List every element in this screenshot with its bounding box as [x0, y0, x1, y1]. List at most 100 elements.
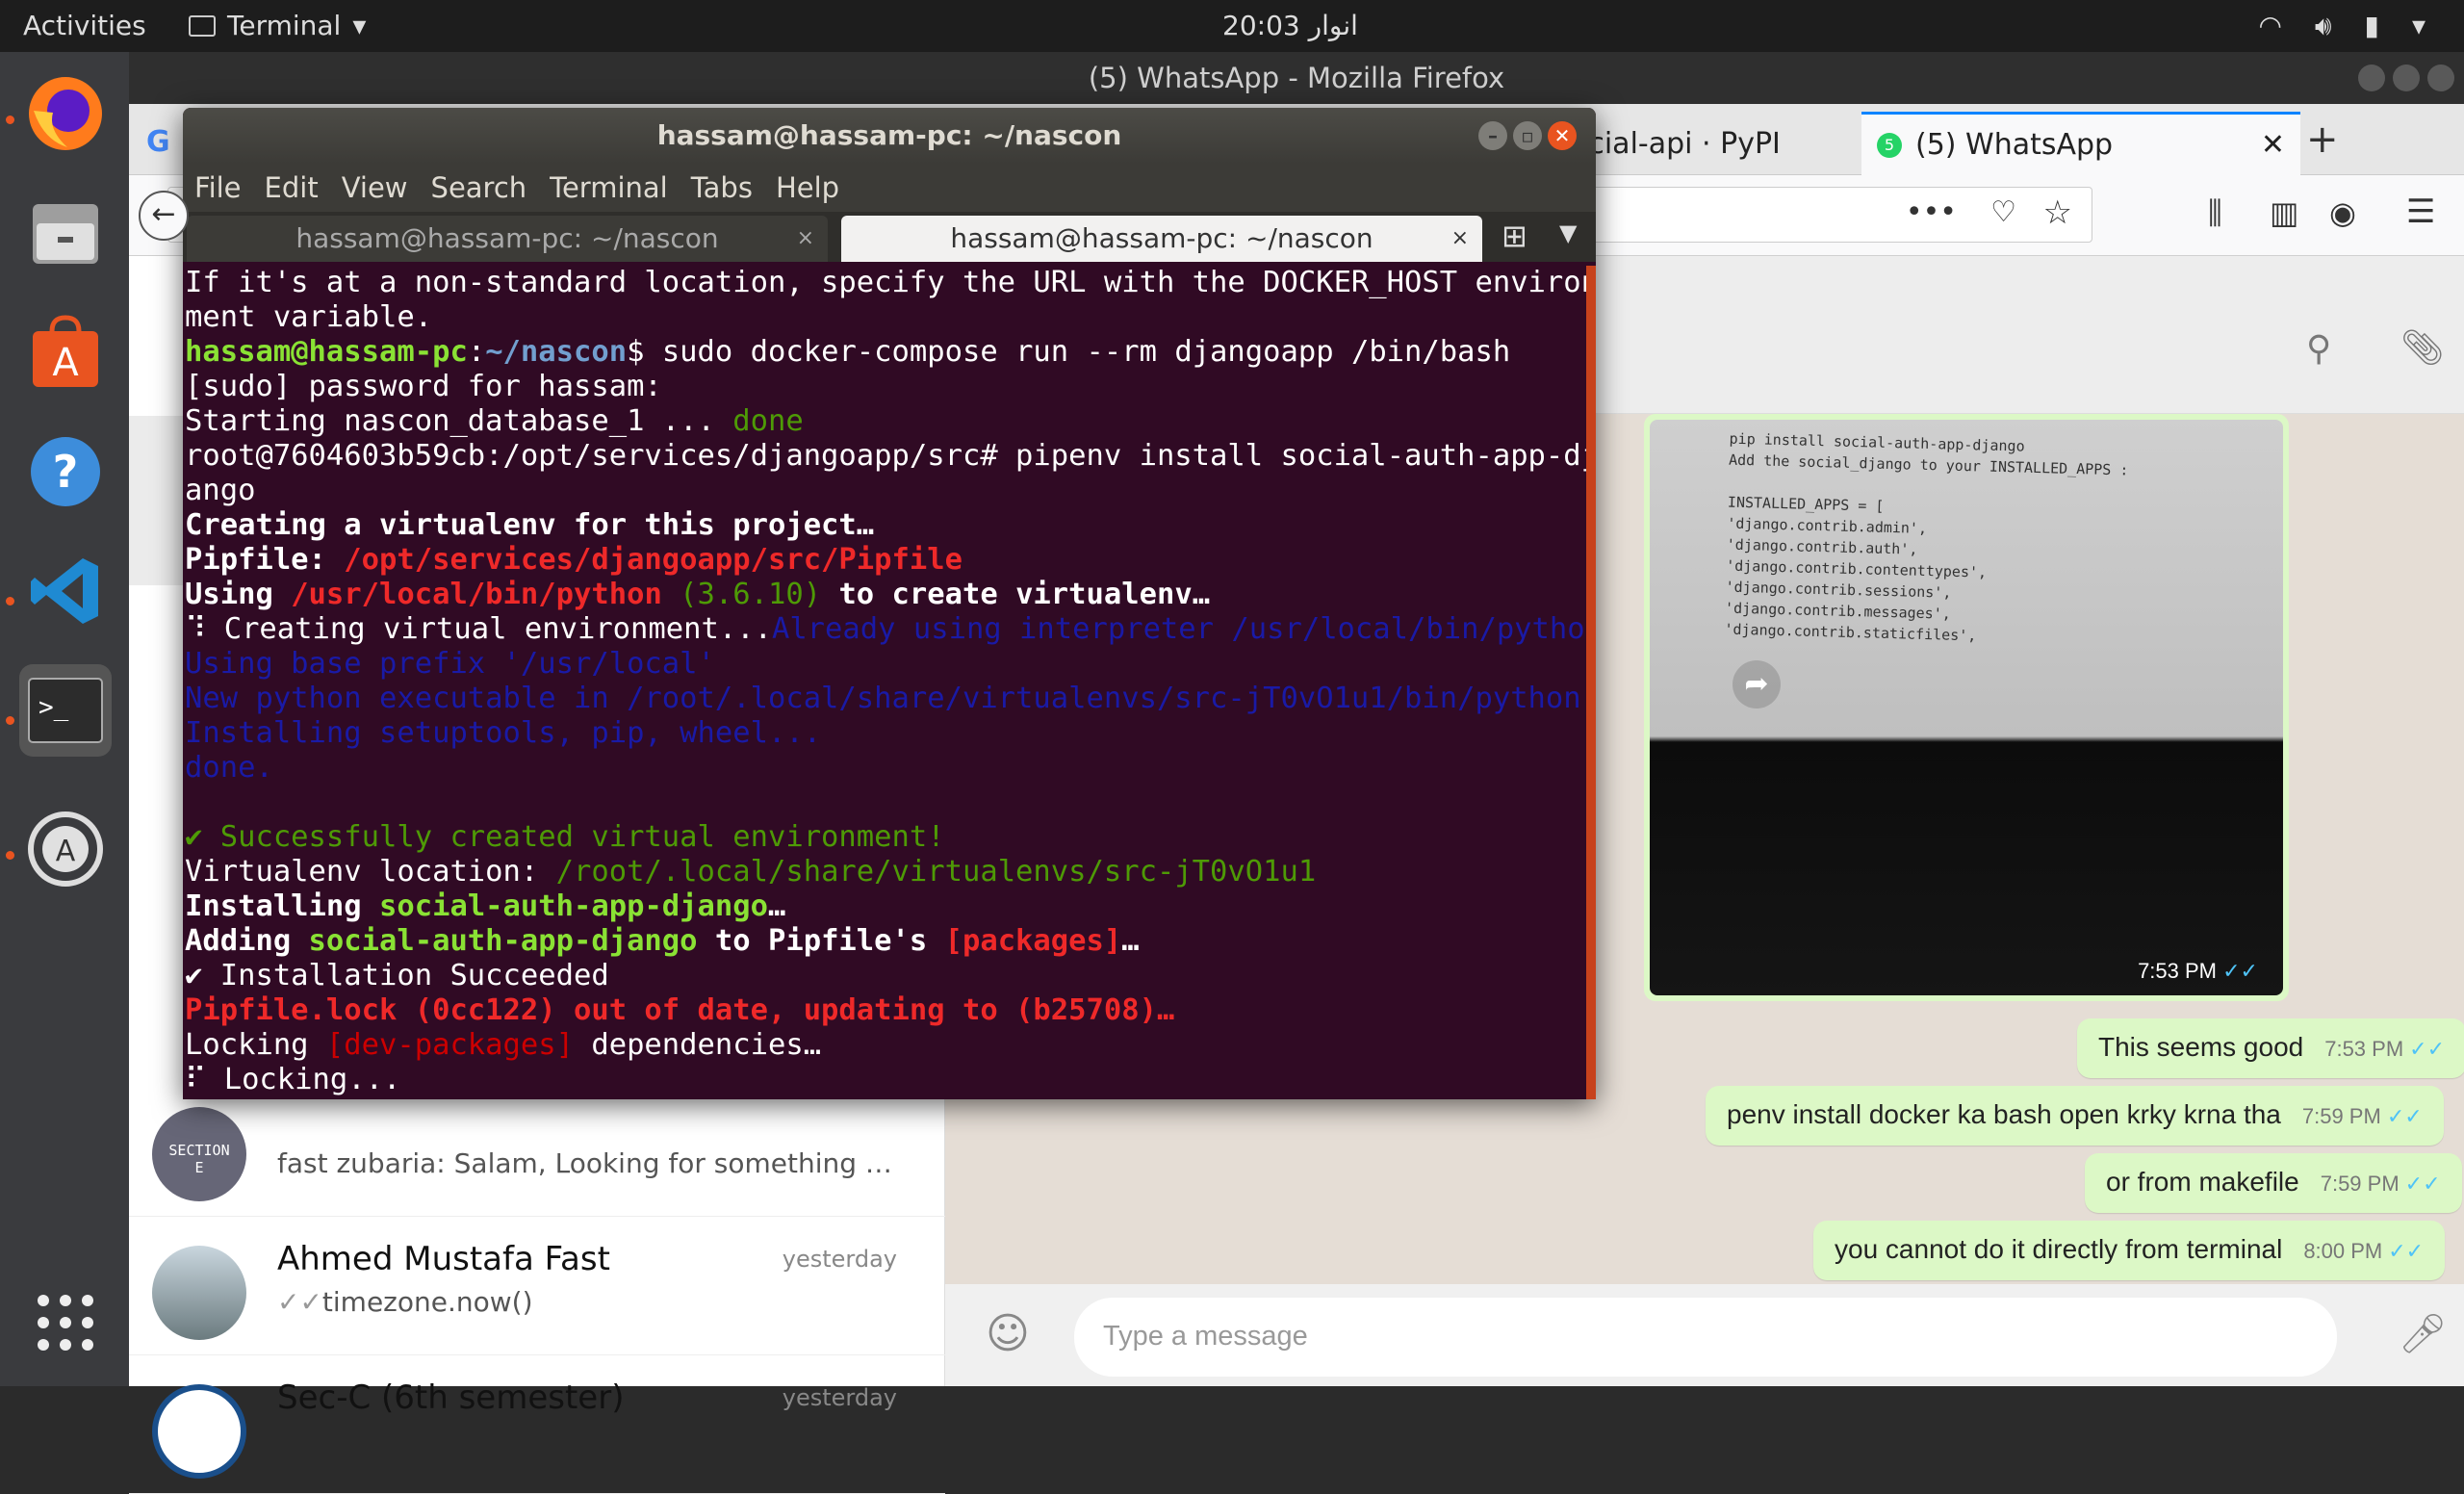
- terminal-tab-active[interactable]: hassam@hassam-pc: ~/nascon ×: [841, 216, 1482, 262]
- chat-time: yesterday: [782, 1384, 897, 1411]
- running-indicator: [6, 116, 14, 124]
- system-indicators[interactable]: ◠ 🔊︎ ▮ ▾: [2258, 10, 2426, 42]
- pocket-icon[interactable]: ♡: [1990, 195, 2016, 229]
- image-message[interactable]: pip install social-auth-app-django Add th…: [1644, 414, 2289, 1001]
- app-menu-label: Terminal: [227, 10, 342, 41]
- chat-preview: ✓✓timezone.now(): [277, 1286, 533, 1318]
- terminal-line: Virtualenv location: /root/.local/share/…: [185, 855, 1317, 889]
- software-updater-icon[interactable]: A: [19, 803, 112, 895]
- software-center-icon[interactable]: A: [19, 306, 112, 399]
- search-icon[interactable]: ⚲: [2306, 329, 2331, 369]
- dock: A ? >_ A: [0, 52, 129, 1386]
- chat-list-item[interactable]: Sec-C (6th semester) yesterday: [129, 1359, 945, 1494]
- forward-icon[interactable]: ➦: [1732, 660, 1781, 708]
- terminal-output[interactable]: If it's at a non-standard location, spec…: [185, 266, 1596, 1099]
- message-time: 7:53 PM ✓✓: [2138, 959, 2258, 983]
- terminal-line: Installing setuptools, pip, wheel...: [185, 716, 822, 750]
- menu-view[interactable]: View: [342, 171, 408, 204]
- page-actions-icon[interactable]: •••: [1906, 195, 1957, 229]
- terminal-line: Starting nascon_database_1 ... done: [185, 404, 804, 438]
- menu-edit[interactable]: Edit: [265, 171, 319, 204]
- chat-name: Ahmed Mustafa Fast: [277, 1240, 610, 1278]
- emoji-icon[interactable]: ☺: [986, 1309, 1030, 1358]
- close-tab-icon[interactable]: ✕: [2261, 128, 2285, 162]
- terminal-line: Creating a virtualenv for this project…: [185, 508, 875, 542]
- outgoing-message: This seems good 7:53 PM ✓✓: [2077, 1018, 2464, 1078]
- minimize-button[interactable]: [2358, 64, 2385, 91]
- maximize-button[interactable]: [2393, 64, 2420, 91]
- terminal-line: Adding social-auth-app-django to Pipfile…: [185, 924, 1140, 958]
- close-tab-icon[interactable]: ×: [797, 216, 814, 262]
- terminal-scrollbar[interactable]: [1586, 266, 1596, 1099]
- tab-whatsapp[interactable]: 5 (5) WhatsApp ✕: [1861, 112, 2300, 175]
- photo-text: pip install social-auth-app-django Add th…: [1724, 429, 2129, 645]
- chat-preview: fast zubaria: Salam, Looking for somethi…: [277, 1147, 893, 1179]
- maximize-button[interactable]: ▫: [1513, 121, 1542, 150]
- hamburger-menu-icon[interactable]: ☰: [2406, 193, 2435, 231]
- chat-list-item[interactable]: SECTION E fast zubaria: Salam, Looking fo…: [129, 1082, 945, 1217]
- menu-tabs[interactable]: Tabs: [691, 171, 753, 204]
- battery-icon: ▮: [2364, 10, 2379, 41]
- terminal-line: Pipfile.lock (0cc122) out of date, updat…: [185, 993, 1175, 1027]
- new-tab-button[interactable]: +: [2306, 117, 2339, 162]
- terminal-line: If it's at a non-standard location, spec…: [185, 266, 1596, 299]
- terminal-app-icon: [189, 14, 216, 37]
- menu-terminal[interactable]: Terminal: [550, 171, 668, 204]
- show-apps-icon[interactable]: [19, 1276, 112, 1369]
- terminal-line: ango: [185, 474, 256, 507]
- firefox-icon[interactable]: [19, 67, 112, 160]
- message-photo: pip install social-auth-app-django Add th…: [1650, 420, 2283, 995]
- terminal-line: hassam@hassam-pc:~/nascon$ sudo docker-c…: [185, 335, 1511, 369]
- vscode-icon[interactable]: [19, 545, 112, 637]
- terminal-menubar: File Edit View Search Terminal Tabs Help: [183, 164, 1596, 212]
- terminal-line: Using base prefix '/usr/local': [185, 647, 715, 681]
- attach-icon[interactable]: 📎︎: [2400, 327, 2445, 368]
- power-icon: ▾: [2411, 10, 2426, 41]
- close-button[interactable]: [2427, 64, 2454, 91]
- library-icon[interactable]: ⫼: [2208, 194, 2222, 232]
- chevron-down-icon[interactable]: ▼: [1559, 219, 1577, 246]
- message-input[interactable]: Type a message: [1074, 1298, 2337, 1377]
- minimize-button[interactable]: –: [1478, 121, 1507, 150]
- microphone-icon[interactable]: 🎤︎: [2399, 1311, 2448, 1356]
- files-icon[interactable]: [19, 187, 112, 279]
- terminal-titlebar: hassam@hassam-pc: ~/nascon – ▫ ✕: [183, 108, 1596, 164]
- double-check-icon: ✓✓: [2386, 1104, 2423, 1128]
- google-icon: G: [146, 125, 170, 159]
- app-menu[interactable]: Terminal ▾: [189, 10, 366, 41]
- tab-label: ocial-api · PyPI: [1571, 126, 1781, 161]
- help-icon[interactable]: ?: [19, 425, 112, 518]
- terminal-line: ✔ Installation Succeeded: [185, 959, 609, 992]
- account-icon[interactable]: ◉: [2329, 194, 2356, 231]
- menu-search[interactable]: Search: [431, 171, 527, 204]
- svg-text:A: A: [56, 835, 76, 868]
- terminal-title: hassam@hassam-pc: ~/nascon: [656, 119, 1122, 151]
- terminal-line: Installing social-auth-app-django…: [185, 889, 786, 923]
- back-button[interactable]: ←: [139, 191, 189, 241]
- running-indicator: [6, 716, 14, 725]
- bookmark-star-icon[interactable]: ☆: [2043, 193, 2072, 232]
- terminal-window: hassam@hassam-pc: ~/nascon – ▫ ✕ File Ed…: [183, 108, 1596, 1099]
- terminal-line: ✔ Successfully created virtual environme…: [185, 820, 945, 854]
- terminal-line: ⠹ Creating virtual environment...Already…: [185, 612, 1596, 646]
- new-terminal-tab-icon[interactable]: ⊞: [1502, 218, 1527, 254]
- terminal-line: ment variable.: [185, 300, 433, 334]
- chat-list-item[interactable]: Ahmed Mustafa Fast yesterday ✓✓timezone.…: [129, 1221, 945, 1355]
- activities-button[interactable]: Activities: [23, 10, 146, 41]
- whatsapp-tab-icon: 5: [1877, 132, 1902, 158]
- close-tab-icon[interactable]: ×: [1451, 216, 1469, 262]
- terminal-dock-icon[interactable]: >_: [19, 664, 112, 757]
- menu-file[interactable]: File: [194, 171, 242, 204]
- clock[interactable]: 20:03 انوار: [1222, 10, 1358, 41]
- terminal-tabs: hassam@hassam-pc: ~/nascon × hassam@hassa…: [183, 212, 1596, 262]
- terminal-line: New python executable in /root/.local/sh…: [185, 682, 1581, 715]
- close-button[interactable]: ✕: [1548, 121, 1577, 150]
- outgoing-message: penv install docker ka bash open krky kr…: [1706, 1086, 2444, 1146]
- top-bar: Activities Terminal ▾ 20:03 انوار ◠ 🔊︎ ▮…: [0, 0, 2464, 52]
- double-check-icon: ✓✓: [277, 1286, 322, 1318]
- composer: ☺ Type a message 🎤︎: [945, 1284, 2464, 1386]
- terminal-tab[interactable]: hassam@hassam-pc: ~/nascon ×: [187, 216, 828, 262]
- sidebar-icon[interactable]: ▥: [2270, 194, 2298, 231]
- menu-help[interactable]: Help: [776, 171, 839, 204]
